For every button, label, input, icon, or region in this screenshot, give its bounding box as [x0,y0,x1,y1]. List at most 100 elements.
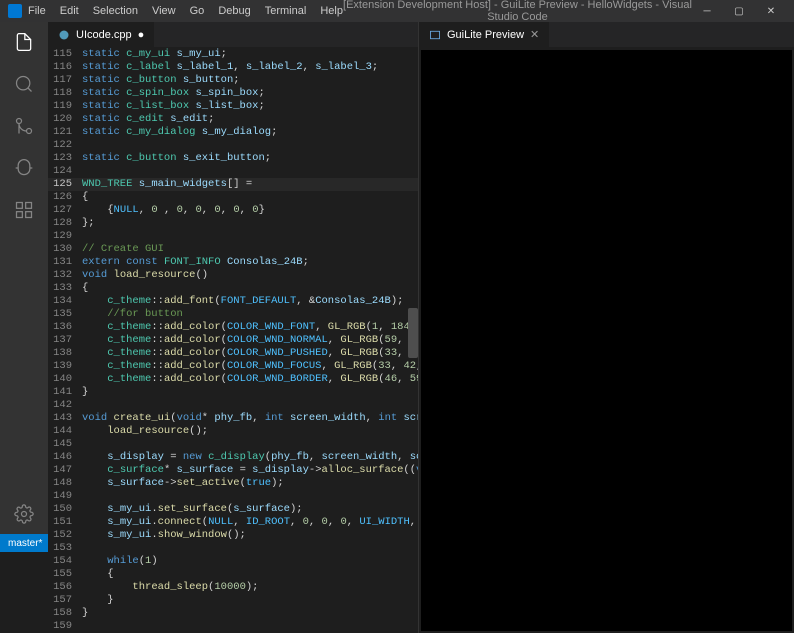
line-content [82,230,418,243]
code-line[interactable]: 133{ [48,282,418,295]
code-line[interactable]: 158} [48,607,418,620]
code-line[interactable]: 121static c_my_dialog s_my_dialog; [48,126,418,139]
line-content: c_surface* s_surface = s_display->alloc_… [82,464,418,477]
maximize-button[interactable]: ▢ [724,1,754,21]
code-line[interactable]: 150 s_my_ui.set_surface(s_surface); [48,503,418,516]
tab-filename: UIcode.cpp [76,29,132,41]
code-line[interactable]: 123static c_button s_exit_button; [48,152,418,165]
line-content: } [82,594,418,607]
code-editor[interactable]: 115static c_my_ui s_my_ui;116static c_la… [48,48,418,633]
line-content [82,139,418,152]
close-button[interactable]: ✕ [756,1,786,21]
code-line[interactable]: 127 {NULL, 0 , 0, 0, 0, 0, 0} [48,204,418,217]
line-number: 154 [48,555,82,568]
settings-icon[interactable] [12,502,36,526]
line-number: 157 [48,594,82,607]
code-line[interactable]: 126{ [48,191,418,204]
line-number: 137 [48,334,82,347]
code-line[interactable]: 144 load_resource(); [48,425,418,438]
code-line[interactable]: 154 while(1) [48,555,418,568]
code-line[interactable]: 146 s_display = new c_display(phy_fb, sc… [48,451,418,464]
line-number: 134 [48,295,82,308]
menu-bar: File Edit Selection View Go Debug Termin… [28,5,343,17]
code-line[interactable]: 139 c_theme::add_color(COLOR_WND_FOCUS, … [48,360,418,373]
code-line[interactable]: 142 [48,399,418,412]
code-line[interactable]: 145 [48,438,418,451]
menu-terminal[interactable]: Terminal [265,5,307,17]
line-number: 158 [48,607,82,620]
code-line[interactable]: 137 c_theme::add_color(COLOR_WND_NORMAL,… [48,334,418,347]
line-number: 142 [48,399,82,412]
line-content: static c_spin_box s_spin_box; [82,87,418,100]
code-line[interactable]: 117static c_button s_button; [48,74,418,87]
menu-selection[interactable]: Selection [93,5,138,17]
code-line[interactable]: 140 c_theme::add_color(COLOR_WND_BORDER,… [48,373,418,386]
code-line[interactable]: 136 c_theme::add_color(COLOR_WND_FONT, G… [48,321,418,334]
extensions-icon[interactable] [12,198,36,222]
line-number: 127 [48,204,82,217]
code-line[interactable]: 152 s_my_ui.show_window(); [48,529,418,542]
code-line[interactable]: 116static c_label s_label_1, s_label_2, … [48,61,418,74]
line-content: s_surface->set_active(true); [82,477,418,490]
menu-go[interactable]: Go [190,5,205,17]
code-line[interactable]: 155 { [48,568,418,581]
code-line[interactable]: 141} [48,386,418,399]
menu-help[interactable]: Help [320,5,343,17]
code-line[interactable]: 148 s_surface->set_active(true); [48,477,418,490]
menu-edit[interactable]: Edit [60,5,79,17]
code-line[interactable]: 132void load_resource() [48,269,418,282]
debug-icon[interactable] [12,156,36,180]
code-line[interactable]: 135 //for button [48,308,418,321]
code-line[interactable]: 138 c_theme::add_color(COLOR_WND_PUSHED,… [48,347,418,360]
line-number: 135 [48,308,82,321]
code-line[interactable]: 115static c_my_ui s_my_ui; [48,48,418,61]
code-line[interactable]: 119static c_list_box s_list_box; [48,100,418,113]
line-number: 118 [48,87,82,100]
menu-view[interactable]: View [152,5,176,17]
code-line[interactable]: 147 c_surface* s_surface = s_display->al… [48,464,418,477]
line-content: static c_list_box s_list_box; [82,100,418,113]
menu-file[interactable]: File [28,5,46,17]
tab-uicode-cpp[interactable]: UIcode.cpp ● [48,22,155,47]
line-content: WND_TREE s_main_widgets[] = [82,178,418,191]
preview-tabs: GuiLite Preview ✕ [419,22,794,48]
tab-guilite-preview[interactable]: GuiLite Preview ✕ [419,22,550,47]
close-icon[interactable]: ✕ [530,28,539,41]
code-line[interactable]: 151 s_my_ui.connect(NULL, ID_ROOT, 0, 0,… [48,516,418,529]
code-line[interactable]: 153 [48,542,418,555]
minimize-button[interactable]: ─ [692,1,722,21]
line-content: c_theme::add_color(COLOR_WND_BORDER, GL_… [82,373,418,386]
code-line[interactable]: 159 [48,620,418,633]
code-line[interactable]: 157 } [48,594,418,607]
menu-debug[interactable]: Debug [218,5,250,17]
line-number: 155 [48,568,82,581]
code-line[interactable]: 156 thread_sleep(10000); [48,581,418,594]
status-branch[interactable]: master* [8,538,42,549]
line-content [82,490,418,503]
search-icon[interactable] [12,72,36,96]
line-number: 140 [48,373,82,386]
code-line[interactable]: 143void create_ui(void* phy_fb, int scre… [48,412,418,425]
line-content: { [82,568,418,581]
code-line[interactable]: 149 [48,490,418,503]
code-line[interactable]: 129 [48,230,418,243]
vertical-scrollbar[interactable] [408,308,418,358]
code-line[interactable]: 130// Create GUI [48,243,418,256]
preview-icon [429,29,441,41]
code-line[interactable]: 131extern const FONT_INFO Consolas_24B; [48,256,418,269]
code-line[interactable]: 120static c_edit s_edit; [48,113,418,126]
line-number: 149 [48,490,82,503]
line-number: 144 [48,425,82,438]
line-number: 152 [48,529,82,542]
code-line[interactable]: 124 [48,165,418,178]
code-line[interactable]: 118static c_spin_box s_spin_box; [48,87,418,100]
code-line[interactable]: 128}; [48,217,418,230]
code-line[interactable]: 125WND_TREE s_main_widgets[] = [48,178,418,191]
code-line[interactable]: 134 c_theme::add_font(FONT_DEFAULT, &Con… [48,295,418,308]
titlebar: File Edit Selection View Go Debug Termin… [0,0,794,22]
window-controls: ─ ▢ ✕ [692,1,786,21]
code-line[interactable]: 122 [48,139,418,152]
line-number: 131 [48,256,82,269]
explorer-icon[interactable] [12,30,36,54]
source-control-icon[interactable] [12,114,36,138]
